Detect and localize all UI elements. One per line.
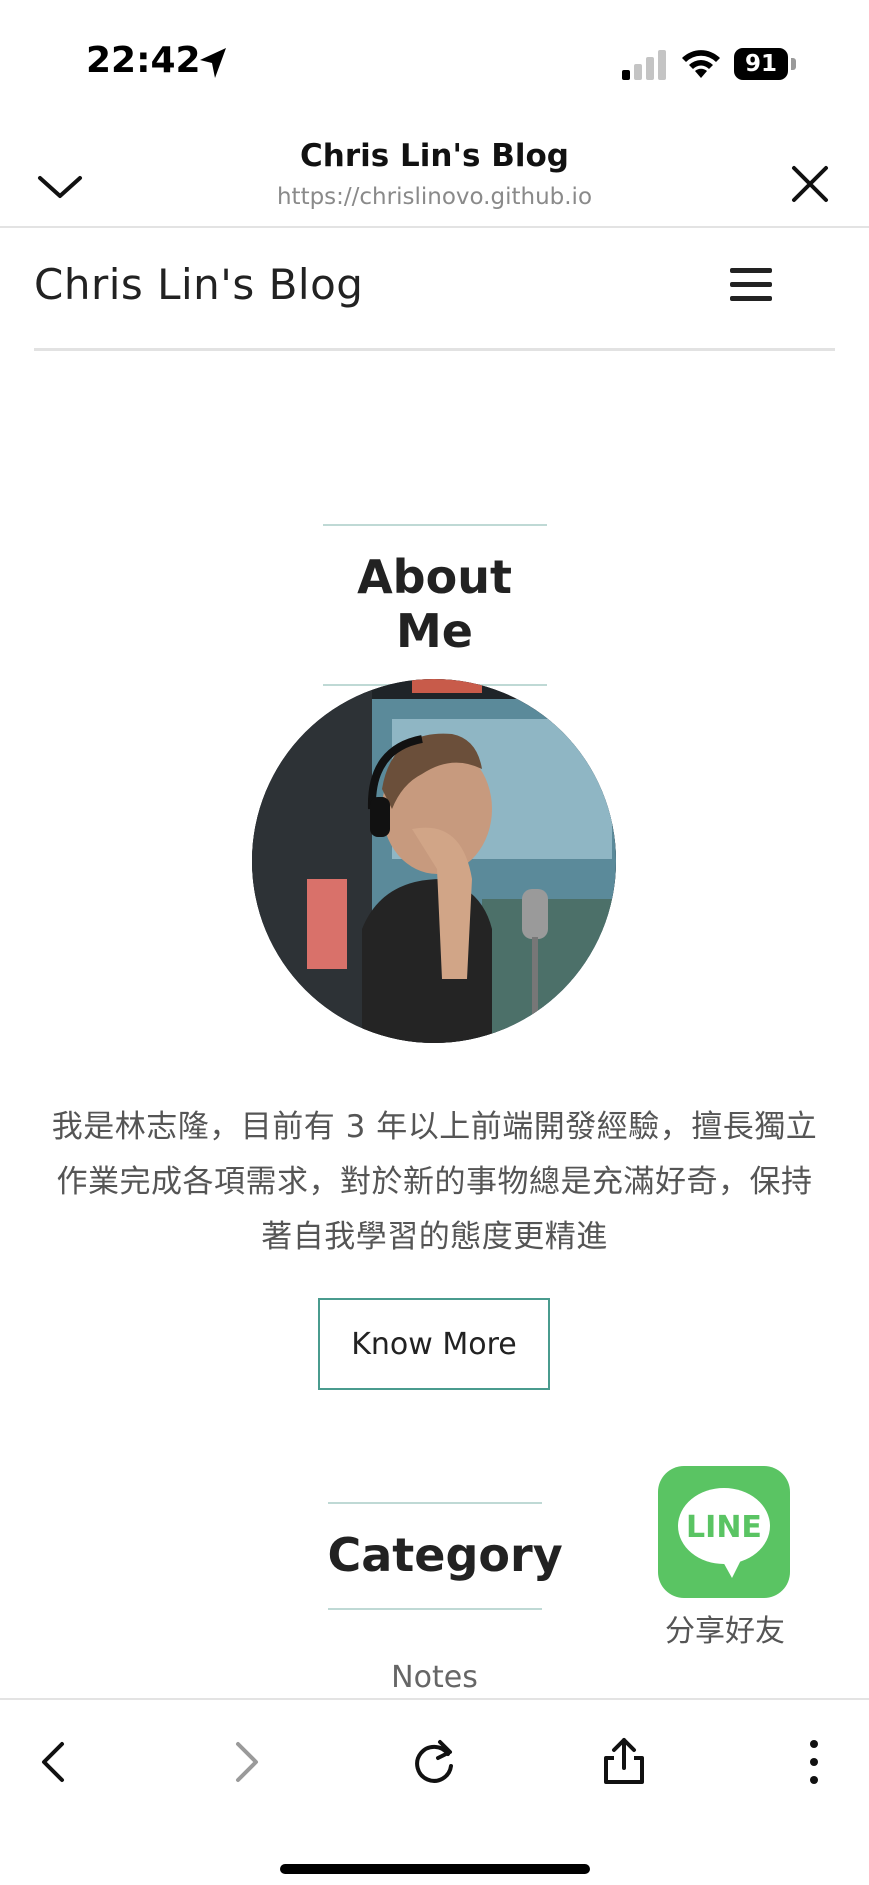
- browser-header: Chris Lin's Blog https://chrislinovo.git…: [0, 120, 869, 228]
- site-brand-link[interactable]: Chris Lin's Blog: [34, 260, 363, 309]
- know-more-button[interactable]: Know More: [318, 1298, 550, 1390]
- battery-cap: [791, 58, 796, 70]
- line-logo-icon: LINE: [658, 1466, 790, 1598]
- avatar-photo: [252, 679, 616, 1043]
- more-options-icon[interactable]: [784, 1732, 844, 1792]
- browser-url: https://chrislinovo.github.io: [276, 184, 593, 210]
- line-logo-text: LINE: [686, 1510, 762, 1545]
- back-icon[interactable]: [26, 1732, 86, 1792]
- battery-level: 91: [744, 51, 777, 77]
- about-heading: About Me: [322, 524, 547, 686]
- site-navbar: Chris Lin's Blog: [34, 228, 835, 351]
- browser-page-title: Chris Lin's Blog: [300, 138, 569, 174]
- avatar: [252, 679, 616, 1043]
- battery-icon: 91: [734, 48, 788, 80]
- category-heading: Category: [327, 1502, 563, 1610]
- page: 22:42 91 Chris Lin's Blog https://chrisl…: [0, 0, 869, 1885]
- category-item-notes[interactable]: Notes: [0, 1660, 869, 1695]
- forward-icon[interactable]: [214, 1732, 274, 1792]
- signal-icon: [622, 50, 666, 80]
- about-text-line-1: 我是林志隆，目前有 3 年以上前端開發經驗，擅長獨立: [51, 1109, 818, 1145]
- line-share-button[interactable]: LINE 分享好友: [658, 1466, 792, 1650]
- line-share-label: 分享好友: [665, 1614, 785, 1649]
- hamburger-menu-icon[interactable]: [730, 268, 772, 304]
- share-icon[interactable]: [594, 1732, 654, 1792]
- location-arrow-icon: [200, 48, 226, 78]
- browser-toolbar: [0, 1698, 869, 1885]
- status-time: 22:42: [86, 40, 201, 81]
- about-text-line-2: 作業完成各項需求，對於新的事物總是充滿好奇，保持: [56, 1164, 813, 1200]
- about-section-heading: About Me: [0, 524, 869, 686]
- close-icon[interactable]: [780, 154, 840, 214]
- status-bar: 22:42 91: [0, 0, 869, 120]
- home-indicator[interactable]: [280, 1864, 590, 1874]
- reload-icon[interactable]: [404, 1732, 464, 1792]
- about-description: 我是林志隆，目前有 3 年以上前端開發經驗，擅長獨立 作業完成各項需求，對於新的…: [30, 1100, 839, 1265]
- about-text-line-3: 著自我學習的態度更精進: [261, 1219, 608, 1255]
- wifi-icon: [682, 50, 720, 78]
